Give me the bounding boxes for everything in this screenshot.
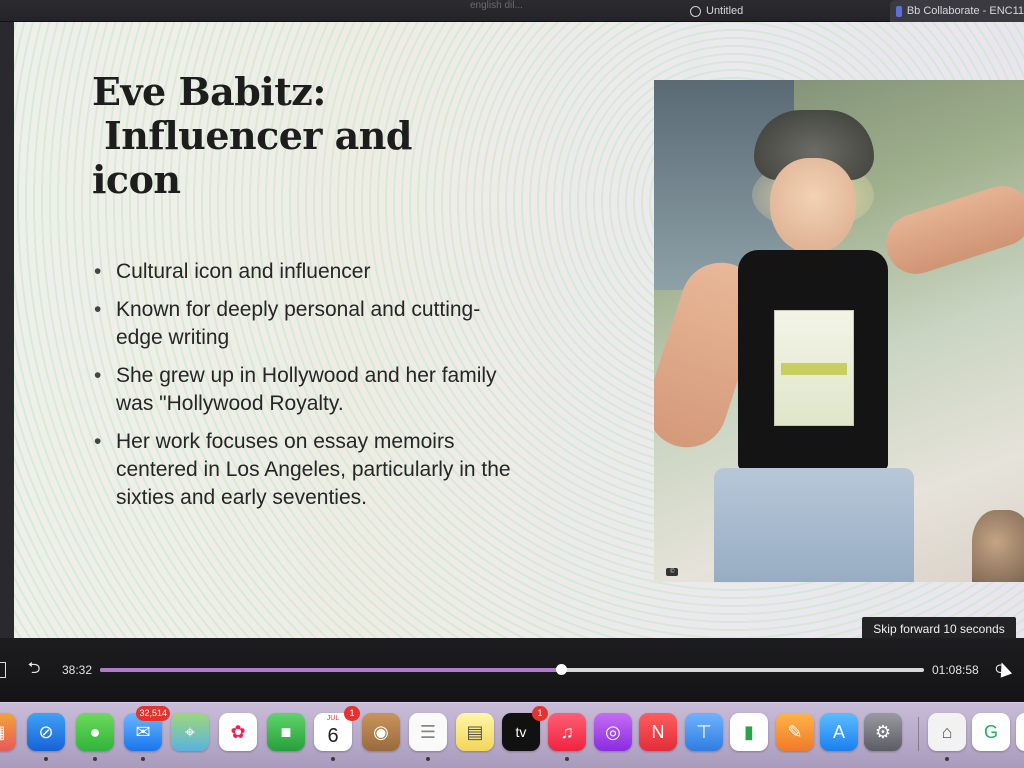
portrait-photo: © bbox=[654, 80, 1024, 582]
app-icon[interactable] bbox=[1016, 713, 1024, 751]
photo-face bbox=[770, 158, 856, 254]
calendar-badge: 1 bbox=[344, 706, 360, 721]
tab-bb-collaborate[interactable]: Bb Collaborate - ENC11 bbox=[890, 0, 1024, 22]
tab-english-label: english dil... bbox=[470, 0, 523, 11]
tab-untitled[interactable]: Untitled bbox=[690, 0, 870, 22]
bullet-item: She grew up in Hollywood and her family … bbox=[92, 362, 512, 418]
photo-raised-arm bbox=[878, 178, 1024, 282]
bullet-list: Cultural icon and influencer Known for d… bbox=[92, 258, 512, 522]
dock-running-indicator bbox=[44, 757, 48, 761]
photos-icon[interactable]: ✿ bbox=[219, 713, 257, 751]
app-store-icon[interactable]: A bbox=[820, 713, 858, 751]
progress-bar[interactable] bbox=[100, 664, 924, 675]
photo-bystander bbox=[972, 510, 1024, 582]
slide-title-line-2: Influencer and bbox=[104, 113, 413, 158]
messages-icon[interactable]: ● bbox=[76, 713, 114, 751]
dock-running-indicator bbox=[426, 757, 430, 761]
keynote-icon[interactable]: ⊤ bbox=[685, 713, 723, 751]
dock-running-indicator bbox=[93, 757, 97, 761]
safari-icon[interactable]: ⊘ bbox=[27, 713, 65, 751]
reminders-icon[interactable]: ☰ bbox=[409, 713, 447, 751]
pages-icon[interactable]: ✎ bbox=[776, 713, 814, 751]
photo-denim-skirt bbox=[714, 468, 914, 582]
slide-title-line-3: icon bbox=[92, 157, 181, 202]
dock-running-indicator bbox=[565, 757, 569, 761]
current-time: 38:32 bbox=[62, 663, 93, 677]
news-icon[interactable]: N bbox=[639, 713, 677, 751]
numbers-icon[interactable]: ▮ bbox=[730, 713, 768, 751]
bullet-item: Known for deeply personal and cutting-ed… bbox=[92, 296, 512, 352]
facetime-icon[interactable]: ■ bbox=[267, 713, 305, 751]
system-settings-icon[interactable]: ⚙ bbox=[864, 713, 902, 751]
tab-bb-collaborate-label: Bb Collaborate - ENC11 bbox=[906, 5, 1024, 17]
dock-running-indicator bbox=[331, 757, 335, 761]
bullet-item: Her work focuses on essay memoirs center… bbox=[92, 428, 512, 512]
progress-fill bbox=[100, 668, 561, 672]
browser-tab-strip: english dil... Untitled Bb Collaborate -… bbox=[0, 0, 1024, 22]
grammarly-icon[interactable]: G bbox=[972, 713, 1010, 751]
macos-dock: ▦ ⊘ ● ✉ 32,514 ⌖ ✿ ■ JUL 6 1 ◉ ☰ ▤ tv 1 … bbox=[0, 702, 1024, 768]
compass-icon bbox=[690, 5, 701, 17]
launchpad-icon[interactable]: ▦ bbox=[0, 713, 16, 751]
tab-untitled-label: Untitled bbox=[706, 5, 744, 17]
calendar-day: 6 bbox=[327, 724, 339, 747]
bullet-item: Cultural icon and influencer bbox=[92, 258, 512, 286]
video-player-controls: ⮌ 38:32 01:08:58 ⮎ bbox=[0, 638, 1024, 702]
presentation-slide: Eve Babitz: Influencer and icon Cultural… bbox=[14, 22, 1024, 638]
blackboard-icon bbox=[896, 5, 902, 17]
dock-running-indicator bbox=[945, 757, 949, 761]
skip-back-icon[interactable]: ⮌ bbox=[24, 660, 44, 678]
dock-running-indicator bbox=[141, 757, 145, 761]
window-edge bbox=[0, 22, 14, 638]
contacts-icon[interactable]: ◉ bbox=[362, 713, 400, 751]
music-icon[interactable]: ♫ bbox=[548, 713, 586, 751]
slide-title: Eve Babitz: Influencer and icon bbox=[92, 70, 452, 202]
calendar-icon[interactable]: JUL 6 1 bbox=[314, 706, 360, 751]
progress-handle[interactable] bbox=[555, 664, 567, 675]
mail-icon[interactable]: ✉ 32,514 bbox=[124, 706, 170, 751]
tv-badge: 1 bbox=[532, 706, 548, 721]
photo-book bbox=[774, 310, 854, 426]
maps-icon[interactable]: ⌖ bbox=[171, 713, 209, 751]
podcasts-icon[interactable]: ◎ bbox=[594, 713, 632, 751]
photo-credit-watermark: © bbox=[666, 568, 679, 576]
mail-badge: 32,514 bbox=[136, 706, 170, 721]
total-time: 01:08:58 bbox=[932, 663, 979, 677]
screen-sharing-icon[interactable]: ⌂ bbox=[928, 713, 966, 751]
tab-english[interactable]: english dil... bbox=[470, 0, 560, 16]
dock-divider bbox=[918, 717, 919, 751]
player-edge-icon[interactable] bbox=[0, 662, 6, 678]
apple-tv-label: tv bbox=[515, 724, 527, 740]
apple-tv-icon[interactable]: tv 1 bbox=[502, 706, 548, 751]
notes-icon[interactable]: ▤ bbox=[456, 713, 494, 751]
slide-title-line-1: Eve Babitz: bbox=[92, 69, 326, 114]
